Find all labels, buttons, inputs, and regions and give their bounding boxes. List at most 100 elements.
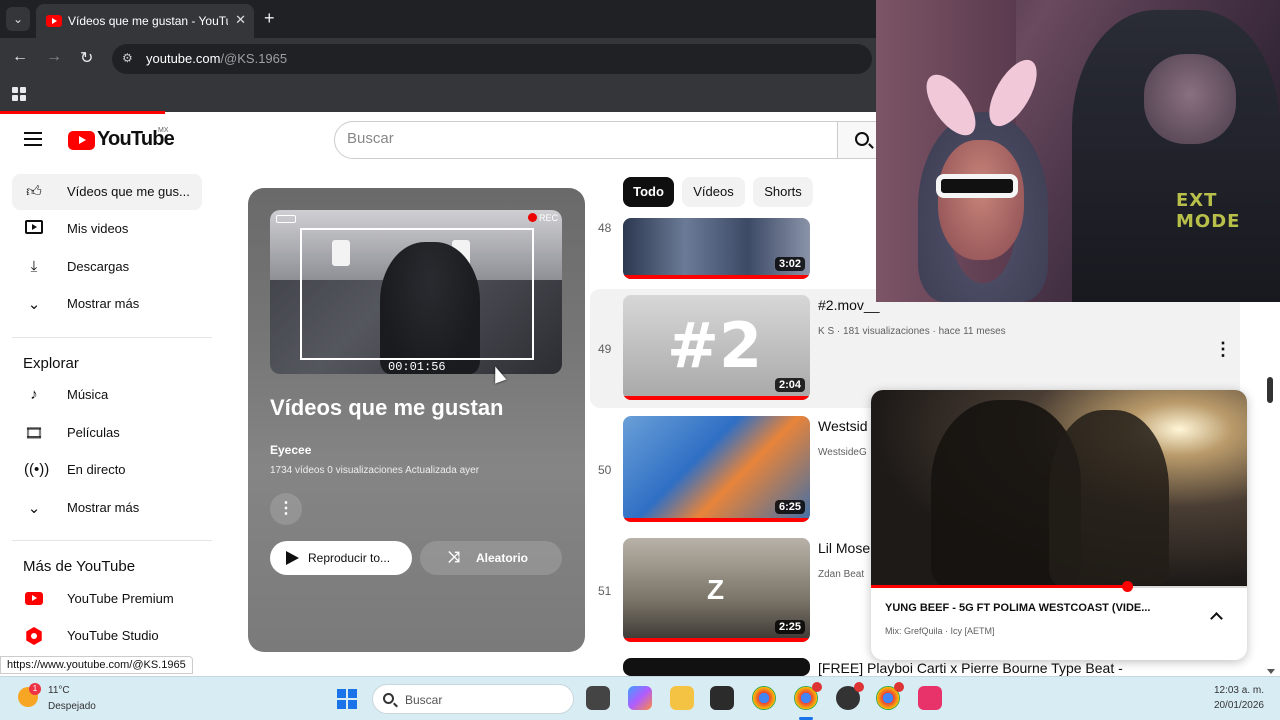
video-index: 50 bbox=[598, 463, 612, 477]
camera-frame bbox=[300, 228, 534, 360]
chrome-icon[interactable] bbox=[752, 686, 776, 710]
video-title[interactable]: Westsid bbox=[818, 418, 868, 434]
chip-shorts[interactable]: Shorts bbox=[753, 177, 813, 207]
playlist-thumbnail[interactable]: REC 00:01:56 bbox=[270, 210, 562, 374]
video-index: 48 bbox=[598, 221, 612, 235]
sidebar-item-liked-videos[interactable]: 👍︎ Vídeos que me gus... bbox=[12, 174, 202, 210]
more-options-button[interactable]: ⋮ bbox=[270, 493, 302, 525]
webcam-overlay: EXT MODE bbox=[876, 0, 1280, 302]
menu-icon[interactable] bbox=[24, 132, 42, 146]
thumbnail-timecode: 00:01:56 bbox=[388, 360, 446, 374]
country-code: MX bbox=[158, 127, 169, 134]
video-title[interactable]: #2.mov__ bbox=[818, 297, 879, 313]
sidebar-item-label: Música bbox=[67, 387, 109, 402]
miniplayer-video[interactable] bbox=[871, 390, 1247, 586]
sidebar-item-label: Mis videos bbox=[67, 221, 129, 236]
playlist-meta: 1734 vídeos 0 visualizaciones Actualizad… bbox=[270, 465, 480, 476]
video-meta: K S · 181 visualizaciones · hace 11 mese… bbox=[818, 326, 1006, 337]
bookmarks-bar bbox=[0, 80, 880, 112]
video-thumbnail[interactable]: 3:02 bbox=[623, 218, 810, 279]
apps-grid-icon[interactable] bbox=[12, 87, 26, 101]
play-all-button[interactable]: Reproducir to... bbox=[270, 541, 412, 575]
sidebar-item-movies[interactable]: 🎞︎ Películas bbox=[12, 415, 202, 451]
video-title[interactable]: [FREE] Playboi Carti x Pierre Bourne Typ… bbox=[818, 660, 1123, 676]
scrollbar-thumb[interactable] bbox=[1267, 377, 1273, 403]
sidebar-item-live[interactable]: ((•)) En directo bbox=[12, 452, 202, 488]
thumbs-up-icon: 👍︎ bbox=[26, 183, 42, 200]
notification-badge: 1 bbox=[29, 683, 41, 695]
page-scrollbar[interactable] bbox=[1262, 302, 1280, 676]
sidebar-item-label: En directo bbox=[67, 462, 126, 477]
search-input[interactable] bbox=[347, 130, 807, 147]
sidebar-item-youtube-premium[interactable]: YouTube Premium bbox=[12, 581, 202, 617]
tab-active[interactable]: Vídeos que me gustan - YouTube ✕ bbox=[36, 4, 254, 38]
copilot-icon[interactable] bbox=[628, 686, 652, 710]
weather-temperature: 11°C bbox=[48, 685, 70, 696]
clock-time: 12:03 a. m. bbox=[1213, 685, 1264, 696]
task-view-icon[interactable] bbox=[586, 686, 610, 710]
youtube-premium-icon bbox=[24, 590, 44, 608]
tab-title: Vídeos que me gustan - YouTube bbox=[68, 14, 228, 28]
sidebar-item-label: Mostrar más bbox=[67, 296, 140, 311]
search-button[interactable] bbox=[838, 121, 880, 159]
new-tab-button[interactable]: + bbox=[264, 8, 275, 29]
sidebar-item-my-videos[interactable]: Mis videos bbox=[12, 211, 202, 247]
chip-all[interactable]: Todo bbox=[623, 177, 674, 207]
shuffle-button[interactable]: ⤨ Aleatorio bbox=[420, 541, 562, 575]
windows-taskbar: 1 11°C Despejado Buscar 12:03 a. m. 20/0… bbox=[0, 676, 1280, 720]
record-dot-icon bbox=[527, 213, 537, 222]
forward-icon[interactable]: → bbox=[46, 48, 62, 66]
chip-videos[interactable]: Vídeos bbox=[682, 177, 745, 207]
taskbar-search[interactable]: Buscar bbox=[372, 684, 574, 714]
my-videos-icon bbox=[24, 220, 44, 238]
chrome-alt-icon[interactable] bbox=[876, 682, 904, 710]
video-thumbnail[interactable]: #2 2:04 bbox=[623, 295, 810, 400]
sidebar-item-label: Películas bbox=[67, 425, 120, 440]
store-icon[interactable] bbox=[710, 686, 734, 710]
video-title[interactable]: Lil Mose bbox=[818, 540, 870, 556]
windows-start-icon[interactable] bbox=[337, 689, 357, 709]
tab-search-button[interactable]: ⌄ bbox=[6, 7, 30, 31]
reload-icon[interactable]: ↻ bbox=[80, 48, 93, 68]
system-clock[interactable]: 12:03 a. m. 20/01/2026 bbox=[1214, 683, 1264, 713]
chevron-down-icon: ⌄ bbox=[27, 500, 41, 517]
film-icon: 🎞︎ bbox=[24, 425, 44, 442]
video-thumbnail[interactable]: 6:25 bbox=[623, 416, 810, 522]
miniplayer-progress-fill bbox=[871, 585, 1127, 588]
sidebar-item-label: Descargas bbox=[67, 259, 130, 274]
sidebar-item-show-more[interactable]: ⌄ Mostrar más bbox=[12, 286, 202, 322]
rec-indicator: REC bbox=[527, 213, 558, 223]
back-icon[interactable]: ← bbox=[12, 48, 28, 66]
video-duration: 2:25 bbox=[774, 620, 805, 634]
file-explorer-icon[interactable] bbox=[670, 686, 694, 710]
video-duration: 2:04 bbox=[774, 378, 805, 392]
sidebar-item-show-more-explore[interactable]: ⌄ Mostrar más bbox=[12, 490, 202, 526]
obs-icon[interactable] bbox=[836, 682, 864, 710]
sidebar-item-music[interactable]: ♪ Música bbox=[12, 377, 202, 413]
tiktok-icon[interactable] bbox=[918, 686, 942, 710]
battery-icon bbox=[276, 215, 296, 223]
chevron-up-icon[interactable] bbox=[1210, 612, 1223, 625]
sidebar-divider bbox=[12, 540, 212, 541]
chrome-profile-icon[interactable] bbox=[794, 682, 822, 710]
sidebar-item-youtube-studio[interactable]: YouTube Studio bbox=[12, 618, 202, 654]
download-icon: ⤓ bbox=[30, 258, 38, 275]
scroll-down-icon[interactable] bbox=[1267, 669, 1275, 674]
site-info-icon[interactable]: ⚙ bbox=[122, 51, 133, 65]
shuffle-icon: ⤨ bbox=[448, 549, 461, 566]
browser-toolbar: ← → ↻ ⚙ youtube.com/@KS.1965 bbox=[0, 38, 880, 80]
miniplayer[interactable]: YUNG BEEF - 5G FT POLIMA WESTCOAST (VIDE… bbox=[871, 390, 1247, 660]
sidebar-item-downloads[interactable]: ⤓ Descargas bbox=[12, 249, 202, 285]
playlist-header-panel: REC 00:01:56 Vídeos que me gustan Eyecee… bbox=[248, 188, 585, 652]
video-more-actions-icon[interactable]: ⋮ bbox=[1214, 339, 1232, 360]
play-icon bbox=[286, 551, 299, 565]
miniplayer-title[interactable]: YUNG BEEF - 5G FT POLIMA WESTCOAST (VIDE… bbox=[885, 602, 1150, 614]
video-thumbnail[interactable]: Z 2:25 bbox=[623, 538, 810, 642]
close-tab-icon[interactable]: ✕ bbox=[235, 12, 246, 28]
miniplayer-scrubber[interactable] bbox=[1121, 581, 1133, 592]
address-bar[interactable]: ⚙ youtube.com/@KS.1965 bbox=[112, 44, 872, 74]
browser-tab-bar: ⌄ Vídeos que me gustan - YouTube ✕ + bbox=[0, 0, 880, 38]
video-thumbnail[interactable] bbox=[623, 658, 810, 676]
thumbnail-overlay-text: #2 bbox=[667, 309, 763, 382]
playlist-owner[interactable]: Eyecee bbox=[270, 443, 311, 457]
